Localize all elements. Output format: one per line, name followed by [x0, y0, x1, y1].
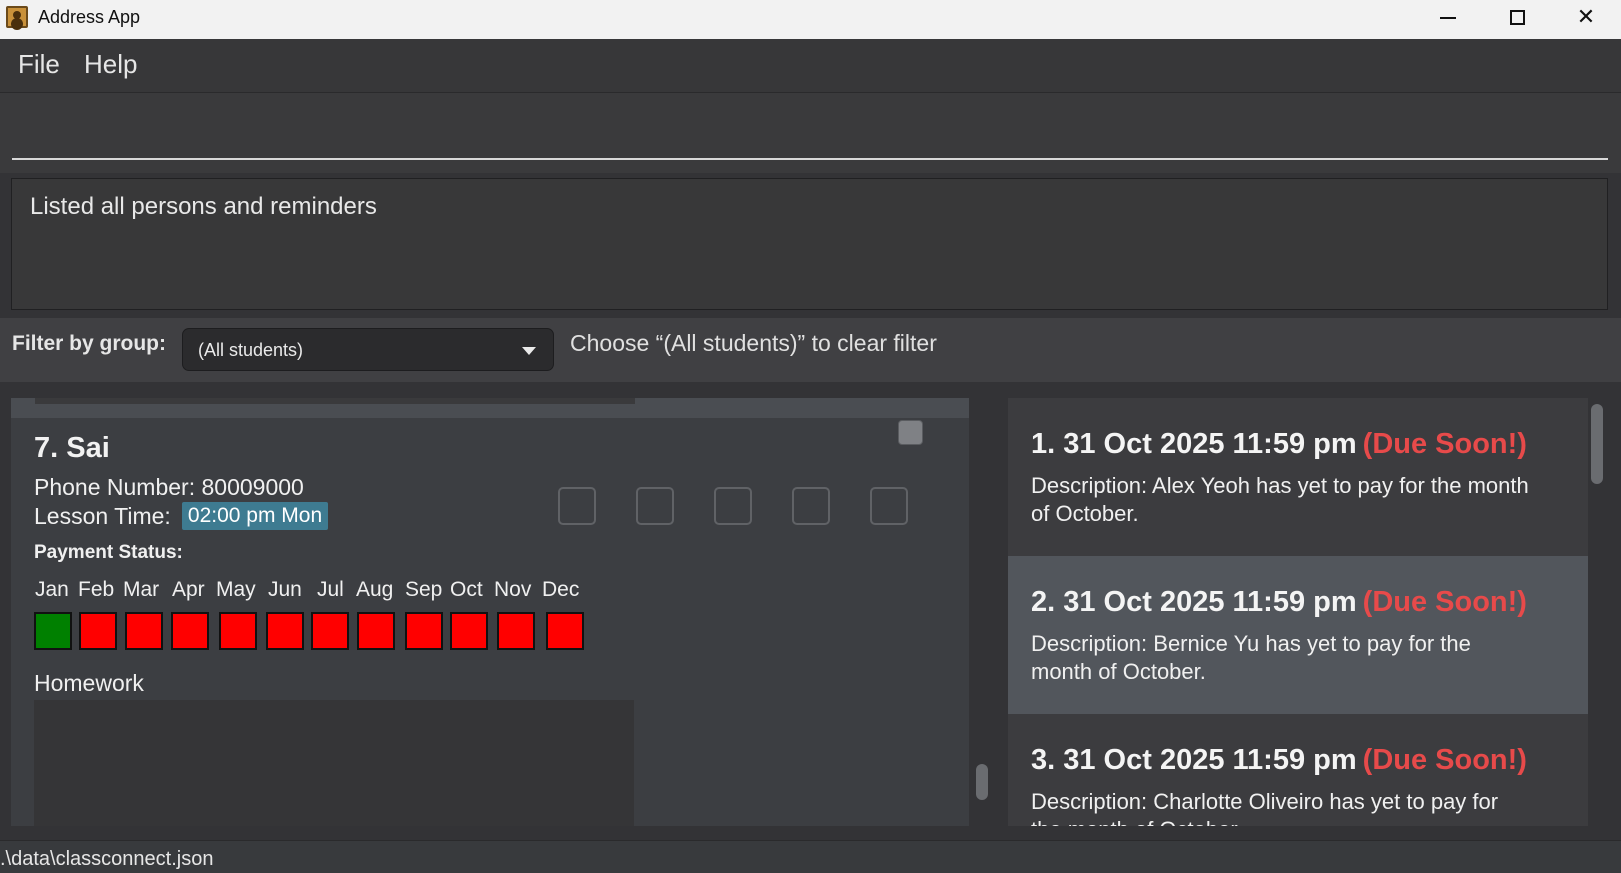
month-labels: Jan Feb Mar Apr May Jun Jul Aug Sep Oct …: [34, 578, 594, 604]
payment-status-boxes: [34, 612, 594, 650]
group-filter-dropdown[interactable]: (All students): [182, 328, 554, 371]
person-list-scrollbar[interactable]: [976, 764, 988, 800]
payment-box-apr[interactable]: [171, 612, 209, 650]
reminder-card[interactable]: 1. 31 Oct 2025 11:59 pm (Due Soon!) Descr…: [1008, 398, 1588, 556]
previous-card-homework-edge: [35, 398, 635, 404]
filter-bar: Filter by group: (All students) Choose “…: [0, 318, 1621, 382]
payment-box-oct[interactable]: [450, 612, 488, 650]
reminder-title: 3. 31 Oct 2025 11:59 pm: [1031, 744, 1357, 776]
filter-label: Filter by group:: [12, 332, 166, 355]
attendance-boxes: [558, 487, 918, 525]
attendance-checkbox[interactable]: [636, 487, 674, 525]
month-label: Sep: [405, 578, 443, 601]
app-icon: [6, 6, 28, 28]
status-bar: .\data\classconnect.json: [0, 840, 1621, 873]
reminder-due-badge: (Due Soon!): [1362, 586, 1527, 618]
month-label: Nov: [494, 578, 532, 601]
month-label: Dec: [542, 578, 580, 601]
reminder-card[interactable]: 3. 31 Oct 2025 11:59 pm (Due Soon!) Descr…: [1008, 714, 1588, 826]
homework-list: [34, 700, 634, 826]
month-label: Mar: [123, 578, 160, 601]
reminder-list-panel[interactable]: 1. 31 Oct 2025 11:59 pm (Due Soon!) Descr…: [1008, 398, 1588, 826]
month-label: Aug: [356, 578, 394, 601]
person-list-panel[interactable]: 7. Sai Phone Number: 80009000 Lesson Tim…: [11, 398, 969, 826]
command-input[interactable]: [12, 105, 1608, 160]
close-button[interactable]: ✕: [1551, 0, 1621, 39]
month-label: Feb: [78, 578, 115, 601]
title-bar: Address App ✕: [0, 0, 1621, 39]
attendance-checkbox[interactable]: [870, 487, 908, 525]
reminder-due-badge: (Due Soon!): [1362, 744, 1527, 776]
payment-box-sep[interactable]: [405, 612, 443, 650]
chevron-down-icon: [522, 347, 536, 355]
reminder-list-scrollbar[interactable]: [1591, 404, 1603, 484]
reminder-title-row: 2. 31 Oct 2025 11:59 pm (Due Soon!): [1031, 586, 1527, 619]
menu-help[interactable]: Help: [84, 49, 137, 80]
filter-hint: Choose “(All students)” to clear filter: [570, 330, 937, 356]
reminder-due-badge: (Due Soon!): [1362, 428, 1527, 460]
maximize-icon: [1510, 10, 1525, 25]
reminder-description: Description: Bernice Yu has yet to pay f…: [1031, 631, 1471, 684]
payment-box-may[interactable]: [219, 612, 257, 650]
maximize-button[interactable]: [1482, 0, 1552, 39]
person-phone: Phone Number: 80009000: [34, 474, 304, 500]
close-icon: ✕: [1576, 5, 1596, 30]
menu-bar: File Help: [0, 39, 1621, 93]
group-filter-value: (All students): [198, 340, 304, 360]
payment-box-nov[interactable]: [497, 612, 535, 650]
lesson-time-tag: 02:00 pm Mon: [181, 502, 329, 530]
reminder-title: 2. 31 Oct 2025 11:59 pm: [1031, 586, 1357, 618]
month-label: Apr: [172, 578, 205, 601]
previous-card-edge: [11, 398, 969, 418]
payment-box-dec[interactable]: [546, 612, 584, 650]
attendance-checkbox[interactable]: [792, 487, 830, 525]
reminder-title-row: 1. 31 Oct 2025 11:59 pm (Due Soon!): [1031, 428, 1527, 461]
payment-box-jan[interactable]: [34, 612, 72, 650]
reminder-description: Description: Alex Yeoh has yet to pay fo…: [1031, 473, 1529, 526]
person-card[interactable]: 7. Sai Phone Number: 80009000 Lesson Tim…: [11, 418, 969, 826]
menu-file[interactable]: File: [18, 49, 60, 80]
homework-label: Homework: [34, 670, 144, 696]
payment-status-title: Payment Status:: [34, 542, 183, 563]
month-label: May: [216, 578, 256, 601]
payment-box-jul[interactable]: [311, 612, 349, 650]
reminder-title: 1. 31 Oct 2025 11:59 pm: [1031, 428, 1357, 460]
attendance-checkbox[interactable]: [558, 487, 596, 525]
select-checkbox[interactable]: [898, 420, 923, 445]
month-label: Oct: [450, 578, 483, 601]
minimize-icon: [1440, 17, 1456, 19]
result-message: Listed all persons and reminders: [30, 193, 377, 220]
person-name: 7. Sai: [34, 432, 110, 464]
month-label: Jun: [268, 578, 302, 601]
payment-box-aug[interactable]: [357, 612, 395, 650]
save-location: .\data\classconnect.json: [0, 848, 214, 870]
month-label: Jul: [317, 578, 344, 601]
payment-box-mar[interactable]: [125, 612, 163, 650]
reminder-description: Description: Charlotte Oliveiro has yet …: [1031, 789, 1499, 826]
payment-box-jun[interactable]: [266, 612, 304, 650]
lesson-time-label: Lesson Time:: [34, 502, 171, 529]
minimize-button[interactable]: [1412, 0, 1482, 39]
result-display: Listed all persons and reminders: [11, 178, 1608, 310]
reminder-card[interactable]: 2. 31 Oct 2025 11:59 pm (Due Soon!) Descr…: [1008, 556, 1588, 714]
window-title: Address App: [38, 7, 141, 27]
lesson-time-row: Lesson Time: 02:00 pm Mon: [34, 502, 329, 536]
command-area: [0, 93, 1621, 173]
payment-box-feb[interactable]: [79, 612, 117, 650]
month-label: Jan: [35, 578, 69, 601]
attendance-checkbox[interactable]: [714, 487, 752, 525]
reminder-title-row: 3. 31 Oct 2025 11:59 pm (Due Soon!): [1031, 744, 1527, 777]
